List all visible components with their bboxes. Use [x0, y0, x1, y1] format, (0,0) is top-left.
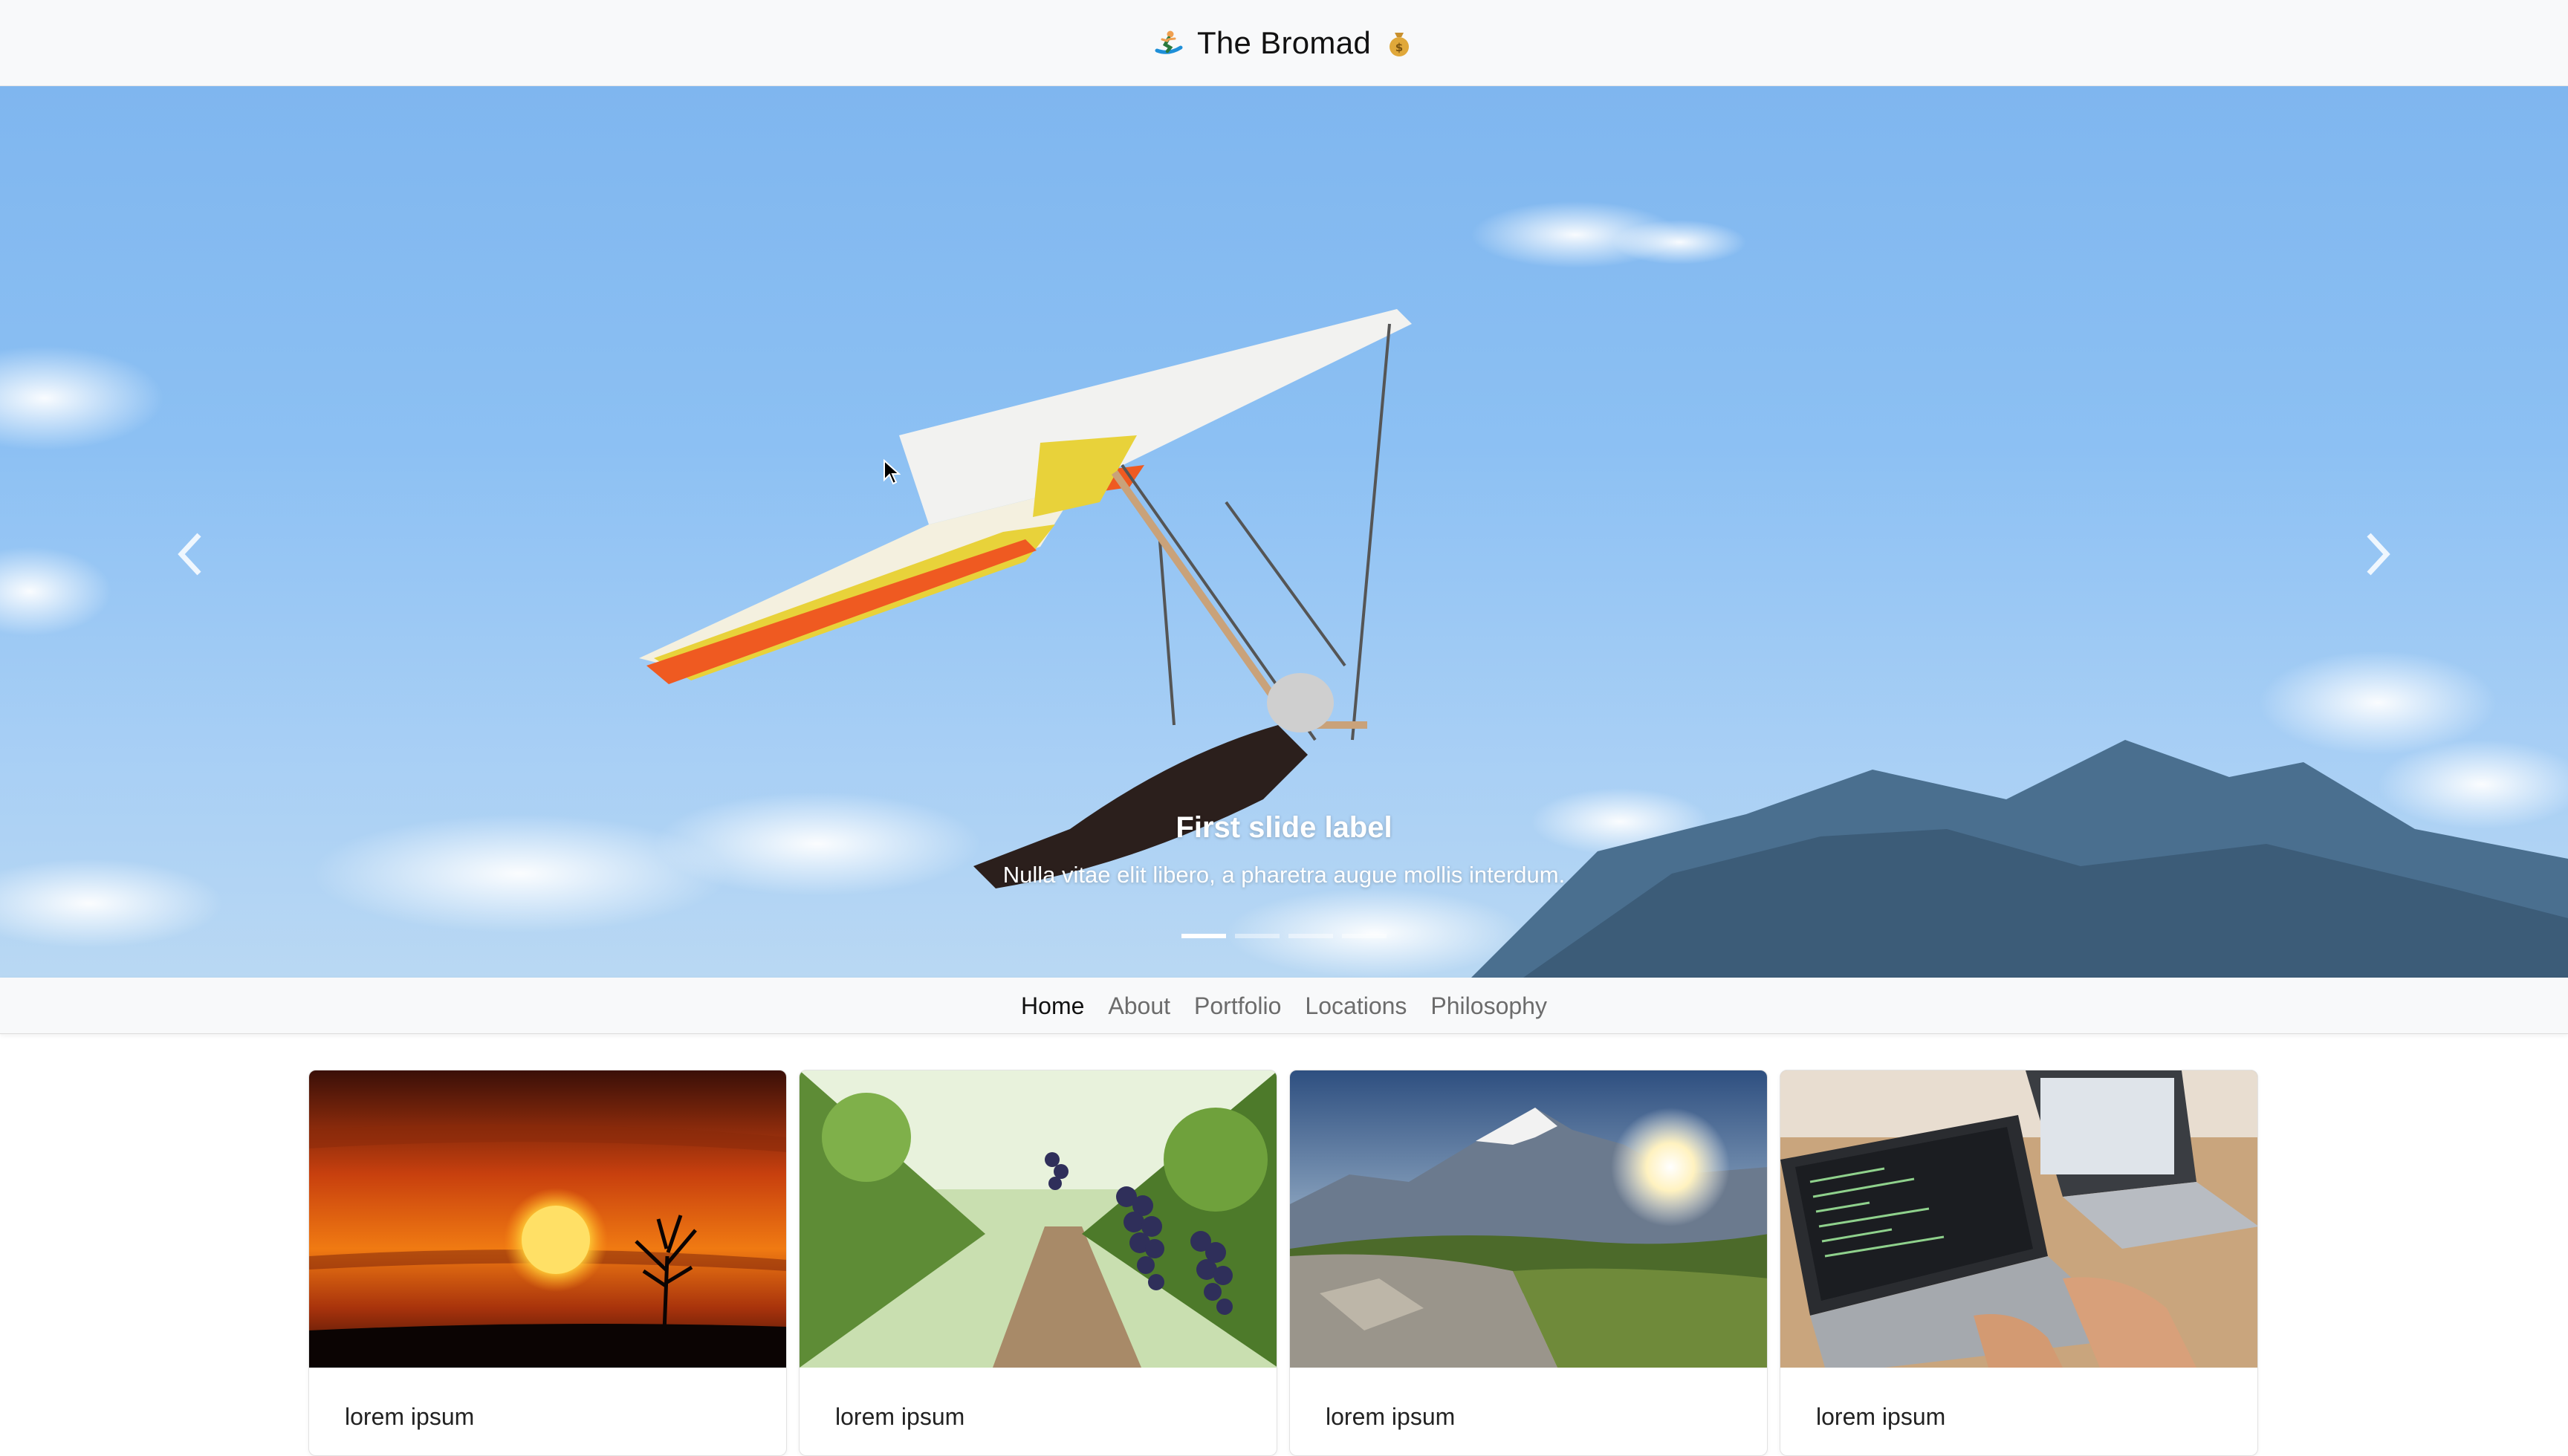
card-mountain[interactable]: lorem ipsum: [1289, 1070, 1768, 1456]
brand-title: The Bromad: [1196, 25, 1372, 60]
nav-philosophy[interactable]: Philosophy: [1430, 978, 1547, 1034]
card-title: lorem ipsum: [1816, 1403, 1946, 1430]
mountain-sunrise-photo: [1290, 1070, 1767, 1368]
hero-carousel[interactable]: First slide label Nulla vitae elit liber…: [0, 86, 2568, 978]
card-laptops[interactable]: lorem ipsum: [1780, 1070, 2258, 1456]
carousel-prev-button[interactable]: [146, 502, 235, 606]
carousel-next-button[interactable]: [2333, 502, 2422, 606]
laptops-desk-photo: [1780, 1070, 2257, 1368]
carousel-indicators: [1181, 934, 1387, 938]
nav-portfolio[interactable]: Portfolio: [1194, 978, 1281, 1034]
card-vineyard[interactable]: lorem ipsum: [799, 1070, 1277, 1456]
carousel-indicator-3[interactable]: [1288, 934, 1333, 938]
carousel-indicator-2[interactable]: [1235, 934, 1280, 938]
chevron-left-icon: [178, 533, 201, 576]
card-title: lorem ipsum: [835, 1403, 965, 1430]
site-header: The Bromad $: [0, 0, 2568, 86]
main-nav: Home About Portfolio Locations Philosoph…: [0, 978, 2568, 1034]
svg-text:$: $: [1395, 41, 1403, 54]
vineyard-grapes-photo: [800, 1070, 1277, 1368]
chevron-right-icon: [2367, 533, 2390, 576]
caption-text: Nulla vitae elit libero, a pharetra augu…: [1002, 862, 1566, 888]
carousel-indicator-1[interactable]: [1181, 934, 1226, 938]
brand[interactable]: The Bromad $: [1154, 25, 1414, 61]
nav-about[interactable]: About: [1108, 978, 1170, 1034]
sunset-tree-photo: [309, 1070, 786, 1368]
card-title: lorem ipsum: [345, 1403, 475, 1430]
money-bag-icon: $: [1390, 32, 1410, 56]
card-title: lorem ipsum: [1326, 1403, 1456, 1430]
caption-title: First slide label: [1176, 811, 1392, 844]
nav-locations[interactable]: Locations: [1305, 978, 1407, 1034]
carousel-indicator-4[interactable]: [1342, 934, 1387, 938]
nav-home[interactable]: Home: [1021, 978, 1084, 1034]
card-grid: lorem ipsum lorem ipsum lorem ipsum lore…: [308, 1070, 2260, 1456]
carousel-caption: First slide label Nulla vitae elit liber…: [0, 807, 2568, 891]
mouse-pointer-icon: [883, 459, 901, 485]
surfer-icon: [1155, 30, 1183, 54]
card-sunset[interactable]: lorem ipsum: [308, 1070, 787, 1456]
